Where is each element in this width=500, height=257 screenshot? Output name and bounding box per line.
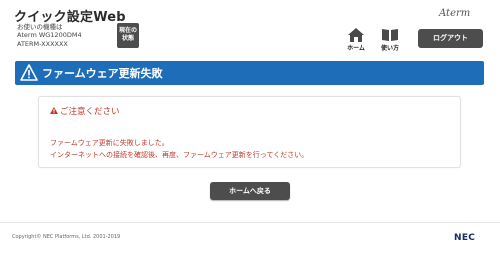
notice-line-2: インターネットへの接続を確認後、再度、ファームウェア更新を行ってください。: [50, 151, 309, 159]
return-home-button[interactable]: ホームへ戻る: [210, 182, 290, 200]
footer-divider: [0, 222, 500, 223]
status-button-line2: 状態: [121, 35, 134, 42]
current-status-button[interactable]: 現在の 状態: [117, 23, 139, 48]
home-icon: [348, 28, 364, 42]
home-nav-button[interactable]: ホーム: [342, 28, 370, 54]
device-model: Aterm WG1200DM4: [17, 31, 82, 40]
warning-icon: [20, 64, 38, 81]
warning-icon: [50, 107, 58, 114]
home-nav-label: ホーム: [347, 45, 365, 52]
page-title-bar: ファームウェア更新失敗: [15, 61, 484, 85]
device-caption: お使いの機種は: [17, 23, 63, 31]
notice-box: ご注意ください ファームウェア更新に失敗しました。 インターネットへの接続を確認…: [38, 96, 461, 168]
copyright-text: Copyright© NEC Platforms, Ltd. 2001-2019: [12, 234, 121, 240]
status-button-line1: 現在の: [118, 27, 137, 34]
manual-nav-button[interactable]: 使い方: [376, 28, 404, 54]
nec-logo: NEC: [454, 233, 476, 243]
device-info: お使いの機種は Aterm WG1200DM4 ATERM-XXXXXX: [17, 23, 82, 48]
logout-button[interactable]: ログアウト: [418, 29, 483, 48]
aterm-logo: Aterm: [439, 8, 471, 19]
notice-line-1: ファームウェア更新に失敗しました。: [50, 139, 169, 147]
page-title: ファームウェア更新失敗: [42, 67, 163, 80]
notice-message: ファームウェア更新に失敗しました。 インターネットへの接続を確認後、再度、ファー…: [50, 137, 308, 161]
manual-nav-label: 使い方: [380, 45, 399, 52]
device-id: ATERM-XXXXXX: [17, 39, 68, 48]
book-icon: [382, 29, 398, 41]
header: クイック設定Web お使いの機種は Aterm WG1200DM4 ATERM-…: [0, 0, 500, 58]
notice-title: ご注意ください: [60, 107, 120, 117]
